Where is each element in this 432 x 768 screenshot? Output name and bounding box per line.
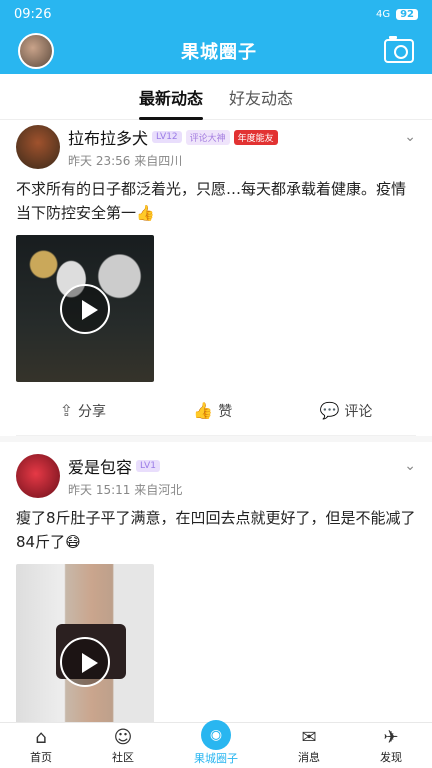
home-icon: ⌂ <box>35 726 47 748</box>
discover-icon: ✈ <box>383 726 399 748</box>
post-card[interactable]: 爱是包容 LV1 昨天 15:11 来自河北 ⌄ 瘦了8斤肚子平了满意，在凹回去… <box>0 442 432 722</box>
comment-button[interactable]: 💬 评论 <box>319 401 372 421</box>
video-thumbnail[interactable] <box>16 564 154 722</box>
title-badge: 年度能友 <box>233 129 278 145</box>
level-badge: LV1 <box>136 460 160 472</box>
comment-icon: 💬 <box>319 401 340 420</box>
post-location: 来自河北 <box>134 483 183 497</box>
nav-community[interactable]: ☺ 社区 <box>112 727 134 765</box>
like-button[interactable]: 👍 赞 <box>193 401 232 421</box>
video-thumbnail[interactable] <box>16 235 154 382</box>
circle-icon: ◉ <box>201 719 231 750</box>
nav-message[interactable]: ✉ 消息 <box>298 727 320 765</box>
bottom-nav: ⌂ 首页 ☺ 社区 ◉ 果城圈子 ✉ 消息 ✈ 发现 <box>0 719 432 768</box>
status-time: 09:26 <box>14 6 52 22</box>
play-icon[interactable] <box>60 283 110 334</box>
community-icon: ☺ <box>113 726 133 748</box>
username[interactable]: 拉布拉多犬 <box>68 125 148 149</box>
post-location: 来自四川 <box>134 154 183 168</box>
post-time: 昨天 15:11 <box>68 483 131 497</box>
user-avatar[interactable] <box>18 33 54 69</box>
nav-home[interactable]: ⌂ 首页 <box>30 727 52 765</box>
play-icon[interactable] <box>60 637 110 687</box>
thumbs-up-icon: 👍 <box>193 401 214 420</box>
nav-discover[interactable]: ✈ 发现 <box>380 727 402 765</box>
battery-icon: 92 <box>396 8 418 20</box>
title-badge: 评论大神 <box>185 129 230 145</box>
feed[interactable]: 拉布拉多犬 LV12 评论大神 年度能友 昨天 23:56 来自四川 ⌄ 不求所… <box>0 121 432 722</box>
app-title: 果城圈子 <box>181 42 257 63</box>
avatar[interactable] <box>16 454 60 498</box>
camera-icon[interactable] <box>384 36 414 63</box>
chevron-down-icon[interactable]: ⌄ <box>404 458 416 474</box>
username[interactable]: 爱是包容 <box>68 454 132 478</box>
post-time: 昨天 23:56 <box>68 154 131 168</box>
post-content: 不求所有的日子都泛着光，只愿…每天都承载着健康。疫情当下防控安全第一👍 <box>16 180 407 222</box>
tab-friends[interactable]: 好友动态 <box>229 79 293 115</box>
avatar[interactable] <box>16 125 60 169</box>
signal-icon: 4G <box>375 8 391 20</box>
chevron-down-icon[interactable]: ⌄ <box>404 129 416 145</box>
top-bar: 果城圈子 <box>0 28 432 74</box>
status-bar: 09:26 4G 92 <box>0 0 432 28</box>
nav-circle[interactable]: ◉ 果城圈子 <box>194 719 238 766</box>
feed-tabs: 最新动态 好友动态 <box>0 74 432 120</box>
share-icon: ⇪ <box>59 401 74 420</box>
post-card[interactable]: 拉布拉多犬 LV12 评论大神 年度能友 昨天 23:56 来自四川 ⌄ 不求所… <box>0 121 432 436</box>
tab-latest[interactable]: 最新动态 <box>138 79 204 120</box>
level-badge: LV12 <box>152 131 182 143</box>
post-content: 瘦了8斤肚子平了满意，在凹回去点就更好了，但是不能减了84斤了😷 <box>16 509 416 551</box>
share-button[interactable]: ⇪ 分享 <box>60 401 106 421</box>
message-icon: ✉ <box>301 726 317 748</box>
